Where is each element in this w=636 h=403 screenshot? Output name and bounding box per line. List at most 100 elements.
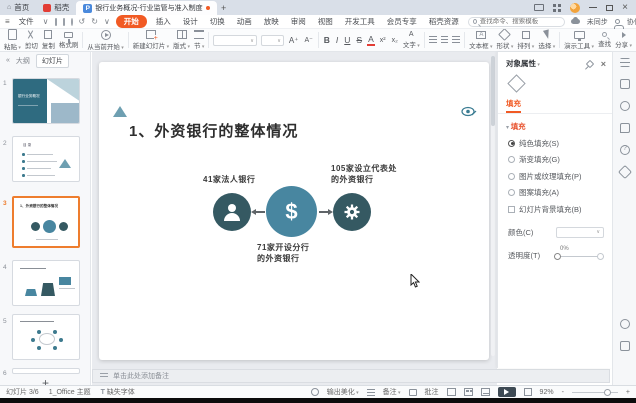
underline-button[interactable]: U xyxy=(343,35,351,45)
help-icon[interactable] xyxy=(620,145,630,155)
increase-font-button[interactable]: A⁺ xyxy=(288,36,300,45)
tab-review[interactable]: 审阅 xyxy=(288,16,309,27)
sync-status-label[interactable]: 未同步 xyxy=(587,17,608,27)
assistant-icon[interactable] xyxy=(620,319,630,329)
font-name-combo[interactable] xyxy=(213,35,257,46)
print-icon[interactable] xyxy=(71,18,73,26)
text-effects-button[interactable]: A文字 xyxy=(403,31,420,49)
comment-panel-icon[interactable] xyxy=(620,123,630,133)
tab-outline[interactable]: 大纲 xyxy=(16,56,30,66)
strikethrough-button[interactable]: S xyxy=(355,35,363,45)
fit-slide-icon[interactable] xyxy=(524,388,532,396)
align-center-icon[interactable] xyxy=(441,36,448,44)
select-button[interactable]: 选择 xyxy=(538,30,555,50)
properties-icon[interactable] xyxy=(620,58,630,67)
new-slide-button[interactable]: 新建幻灯片 xyxy=(133,30,169,50)
tab-member[interactable]: 会员专享 xyxy=(384,16,420,27)
slider-thumb[interactable] xyxy=(554,253,561,260)
missing-font-warning[interactable]: T 缺失字体 xyxy=(101,387,135,397)
collaborate-label[interactable]: 协作 xyxy=(627,17,636,27)
slide-thumbnail-2[interactable]: 目 录 xyxy=(12,136,80,182)
tab-slideshow[interactable]: 放映 xyxy=(261,16,282,27)
home-tab[interactable]: ⌂ 首页 xyxy=(0,0,36,15)
apps-grid-icon[interactable] xyxy=(553,4,561,12)
zoom-slider-thumb[interactable] xyxy=(604,389,611,396)
cut-button[interactable]: 剪切 xyxy=(25,30,38,50)
tab-design[interactable]: 设计 xyxy=(180,16,201,27)
collaborate-icon[interactable] xyxy=(615,19,620,24)
panel-close-icon[interactable] xyxy=(593,59,606,69)
arrange-button[interactable]: 排列 xyxy=(517,31,534,50)
subscript-button[interactable]: x₂ xyxy=(391,37,399,44)
font-color-button[interactable]: A xyxy=(367,34,375,46)
play-from-current-button[interactable]: 从当前开始 xyxy=(87,30,123,51)
minimize-button[interactable] xyxy=(589,7,597,8)
gear-node-circle[interactable] xyxy=(333,193,371,231)
slide-3[interactable]: 1、外资银行的整体情况 41家法人银行 105家设立代表处 的外资银行 71家开… xyxy=(99,62,489,360)
status-notes-label[interactable]: 备注 xyxy=(383,387,401,397)
command-search[interactable] xyxy=(468,17,565,27)
play-slideshow-button[interactable] xyxy=(498,387,516,397)
document-tab[interactable]: P 银行业务概况-行业监管与准入制度 xyxy=(76,1,216,15)
font-size-combo[interactable] xyxy=(261,35,284,46)
color-dropdown[interactable] xyxy=(556,227,604,238)
normal-view-icon[interactable] xyxy=(447,388,456,396)
new-tab-button[interactable]: + xyxy=(217,3,231,13)
zoom-in-button[interactable]: + xyxy=(626,389,630,396)
option-slide-background-fill[interactable]: 幻灯片背景填充(B) xyxy=(508,204,612,215)
close-button[interactable] xyxy=(622,3,628,13)
tab-view[interactable]: 视图 xyxy=(315,16,336,27)
scrollbar-thumb[interactable] xyxy=(491,56,495,126)
tab-insert[interactable]: 插入 xyxy=(153,16,174,27)
zoom-slider[interactable] xyxy=(572,392,618,393)
undo-icon[interactable]: ↺ xyxy=(79,17,86,26)
save-icon[interactable] xyxy=(63,18,65,26)
option-pattern-fill[interactable]: 图案填充(A) xyxy=(508,187,612,198)
diagram-right-label[interactable]: 105家设立代表处 的外资银行 xyxy=(331,163,397,185)
canvas-vertical-scrollbar[interactable] xyxy=(491,56,495,356)
panel-title[interactable]: 对象属性 xyxy=(506,58,540,69)
diagram-left-label[interactable]: 41家法人银行 xyxy=(203,174,255,185)
tab-slides[interactable]: 幻灯片 xyxy=(36,54,69,68)
eye-annotate-icon[interactable] xyxy=(461,106,477,117)
tab-home[interactable]: 开始 xyxy=(116,15,147,28)
status-comments-icon[interactable] xyxy=(409,389,417,396)
new-doc-icon[interactable] xyxy=(55,18,57,26)
avatar[interactable] xyxy=(570,3,580,13)
more-actions-chevron-icon[interactable]: ∨ xyxy=(104,17,110,26)
slide-title[interactable]: 1、外资银行的整体情况 xyxy=(129,120,298,141)
restore-button[interactable] xyxy=(606,5,613,11)
slide-thumbnail-5[interactable] xyxy=(12,314,80,360)
search-input[interactable] xyxy=(480,18,560,25)
status-notes-icon[interactable] xyxy=(367,389,375,396)
slide-thumbnail-4[interactable] xyxy=(12,260,80,306)
docer-tab[interactable]: 稻壳 xyxy=(36,0,76,15)
option-solid-fill[interactable]: 纯色填充(S) xyxy=(508,138,612,149)
textbox-button[interactable]: 文本框 xyxy=(469,31,492,50)
tab-docer-resources[interactable]: 稻壳资源 xyxy=(426,16,462,27)
person-node-circle[interactable] xyxy=(213,193,251,231)
redo-icon[interactable]: ↻ xyxy=(91,17,98,26)
notes-bar[interactable]: 单击此处添加备注 xyxy=(92,369,610,383)
slide-sorter-view-icon[interactable] xyxy=(464,388,473,396)
fill-section-header[interactable]: 填充 xyxy=(506,121,612,132)
file-menu-chevron-icon[interactable]: ∨ xyxy=(43,17,49,26)
presentation-tools-button[interactable]: 演示工具 xyxy=(564,31,594,50)
zoom-out-button[interactable]: - xyxy=(562,389,564,396)
superscript-button[interactable]: x² xyxy=(379,37,387,44)
format-painter-button[interactable]: 格式刷 xyxy=(59,32,79,49)
apps-panel-icon[interactable] xyxy=(620,341,630,351)
align-right-icon[interactable] xyxy=(452,36,460,44)
copy-button[interactable]: 复制 xyxy=(42,30,55,50)
bold-button[interactable]: B xyxy=(323,35,331,45)
sync-cloud-icon[interactable] xyxy=(571,19,580,24)
option-picture-texture-fill[interactable]: 图片或纹理填充(P) xyxy=(508,171,612,182)
design-panel-icon[interactable] xyxy=(620,79,630,89)
animation-panel-icon[interactable] xyxy=(620,101,630,111)
slide-thumbnail-6-partial[interactable] xyxy=(12,368,80,374)
fill-tab[interactable]: 填充 xyxy=(498,94,612,113)
diagram-bottom-label[interactable]: 71家开设分行 的外资银行 xyxy=(257,242,309,264)
zoom-level[interactable]: 92% xyxy=(540,389,554,396)
workspace-icon[interactable] xyxy=(534,4,544,11)
find-button[interactable]: 查找 xyxy=(598,32,611,48)
